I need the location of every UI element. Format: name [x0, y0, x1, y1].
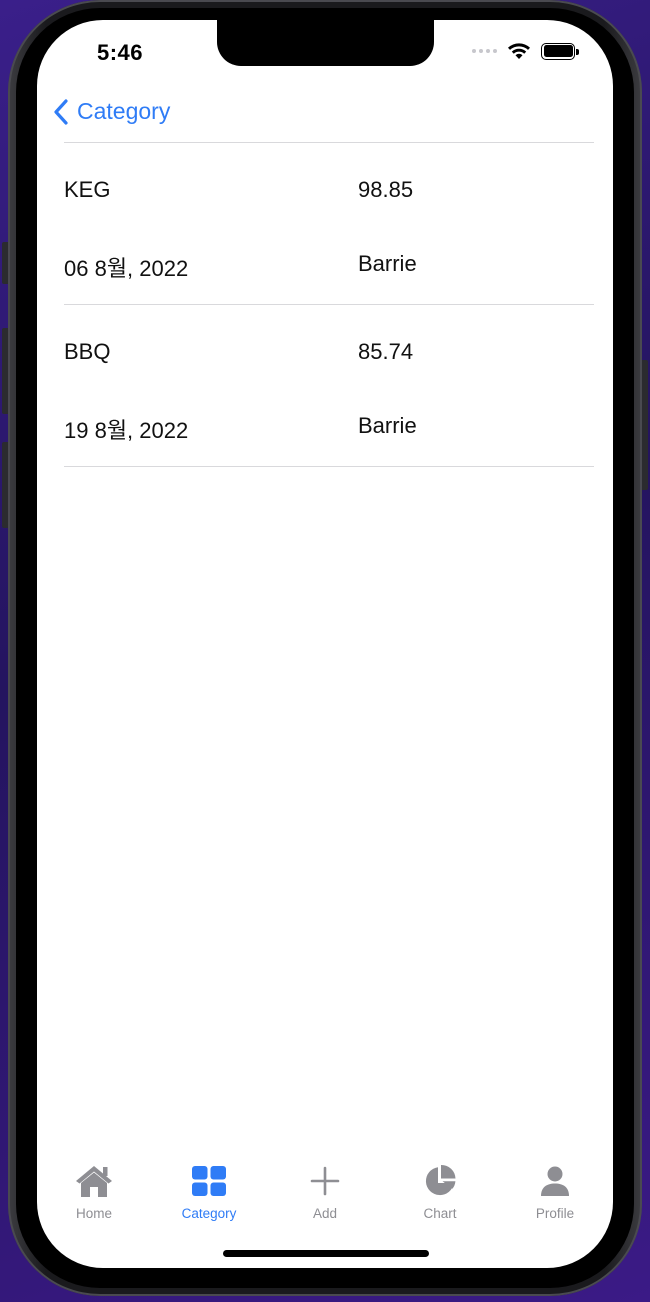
tab-add-label: Add — [312, 1206, 338, 1221]
tab-profile[interactable]: Profile — [500, 1162, 610, 1221]
item-place: Barrie — [358, 251, 417, 276]
item-amount: 85.74 — [358, 339, 414, 364]
tab-profile-label: Profile — [535, 1206, 575, 1221]
tab-add[interactable]: Add — [270, 1162, 380, 1221]
notch — [217, 20, 434, 66]
status-time: 5:46 — [97, 40, 144, 65]
status-indicators — [472, 42, 579, 60]
item-title: KEG — [64, 177, 111, 202]
item-date: 06 8월, 2022 — [64, 256, 189, 281]
back-button[interactable]: Category — [53, 98, 170, 125]
phone-screen: 5:46 Category KEG 98.85 06 8월, 2022 Barr… — [37, 20, 613, 1268]
plus-icon — [305, 1162, 345, 1200]
person-icon — [535, 1162, 575, 1200]
tab-home-label: Home — [75, 1206, 112, 1221]
tab-chart-label: Chart — [423, 1206, 457, 1221]
pie-chart-icon — [420, 1162, 460, 1200]
battery-icon — [541, 42, 579, 60]
house-icon — [74, 1162, 114, 1200]
chevron-left-icon — [54, 98, 68, 125]
item-title: BBQ — [64, 339, 111, 364]
item-date: 19 8월, 2022 — [64, 418, 189, 443]
item-place: Barrie — [358, 413, 417, 438]
list-item[interactable]: BBQ 85.74 19 8월, 2022 Barrie — [64, 305, 594, 467]
tab-category-label: Category — [181, 1206, 237, 1221]
tab-chart[interactable]: Chart — [385, 1162, 495, 1221]
wifi-icon — [508, 43, 530, 59]
item-amount: 98.85 — [358, 177, 414, 202]
tab-category[interactable]: Category — [154, 1162, 264, 1221]
cellular-signal-icon — [472, 49, 497, 53]
list-item[interactable]: KEG 98.85 06 8월, 2022 Barrie — [64, 143, 594, 305]
tab-home[interactable]: Home — [39, 1162, 149, 1221]
grid-icon — [189, 1162, 229, 1200]
tab-bar: Home Category Add Chart Profile — [37, 1162, 613, 1232]
home-indicator[interactable] — [223, 1250, 429, 1257]
transaction-list: KEG 98.85 06 8월, 2022 Barrie BBQ 85.74 1… — [64, 143, 594, 467]
back-button-label: Category — [77, 98, 171, 124]
